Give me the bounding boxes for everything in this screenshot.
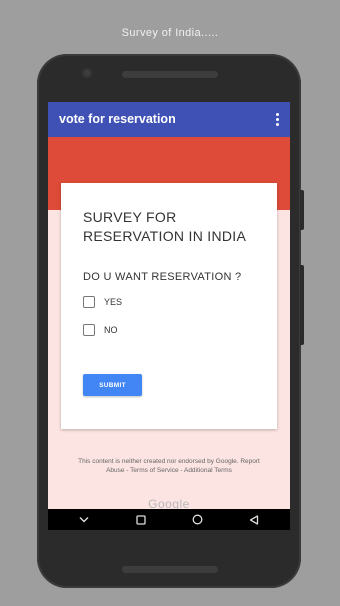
app-title: vote for reservation (59, 112, 176, 126)
recents-square-icon[interactable] (131, 513, 151, 527)
screenshot-caption: Survey of India..... (121, 27, 219, 39)
bottom-speaker (122, 566, 218, 573)
survey-title: SURVEY FOR RESERVATION IN INDIA (83, 208, 268, 246)
app-bar: vote for reservation (48, 102, 290, 137)
back-triangle-icon[interactable] (244, 513, 264, 527)
no-checkbox[interactable] (83, 324, 95, 336)
system-nav-bar (48, 509, 290, 530)
option-yes[interactable]: YES (83, 296, 122, 308)
phone-volume-button (300, 265, 304, 345)
earpiece-speaker (122, 71, 218, 78)
chevron-down-icon[interactable] (74, 513, 94, 527)
app-screen: vote for reservation SURVEY FOR RESERVAT… (48, 102, 290, 530)
yes-checkbox[interactable] (83, 296, 95, 308)
front-camera (82, 68, 92, 78)
option-yes-label: YES (104, 297, 123, 307)
submit-button[interactable]: SUBMIT (83, 374, 142, 396)
disclaimer-text: This content is neither created nor endo… (78, 458, 260, 474)
survey-title-line1: SURVEY FOR (83, 209, 177, 225)
more-vert-icon[interactable] (270, 110, 284, 128)
option-no[interactable]: NO (83, 324, 118, 336)
home-circle-icon[interactable] (187, 513, 207, 527)
survey-title-line2: RESERVATION IN INDIA (83, 228, 247, 244)
survey-question: DO U WANT RESERVATION ? (83, 271, 242, 283)
survey-card: SURVEY FOR RESERVATION IN INDIA DO U WAN… (61, 183, 277, 429)
phone-power-button (300, 190, 304, 230)
option-no-label: NO (104, 325, 118, 335)
